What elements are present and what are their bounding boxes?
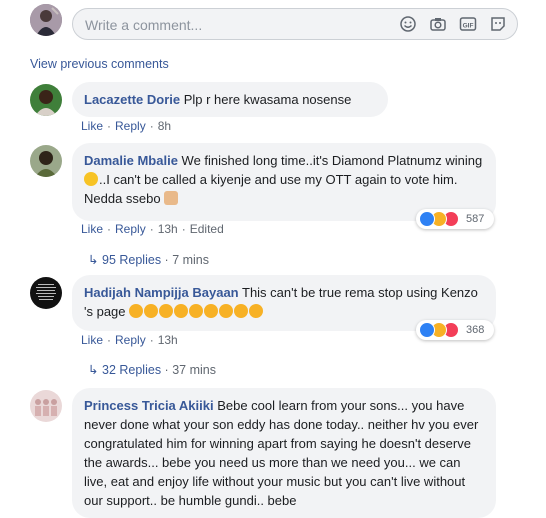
like-button[interactable]: Like bbox=[81, 333, 103, 347]
comment-author[interactable]: Lacazette Dorie bbox=[84, 92, 180, 107]
comment-bubble: Princess Tricia Akiiki Bebe cool learn f… bbox=[72, 388, 496, 518]
comment-text: Plp r here kwasama nosense bbox=[180, 92, 352, 107]
laughing-emoji-icon bbox=[159, 304, 174, 318]
camera-icon[interactable] bbox=[429, 15, 447, 33]
comment-item: Hadijah Nampijja Bayaan This can't be tr… bbox=[0, 275, 546, 385]
edited-label[interactable]: Edited bbox=[190, 222, 224, 236]
comment-timestamp[interactable]: 8h bbox=[158, 119, 171, 133]
comment-actions: Like · Reply · 8h bbox=[81, 119, 172, 133]
view-replies-link[interactable]: ↳ 32 Replies · 37 mins bbox=[88, 362, 216, 377]
laughing-emojis bbox=[129, 304, 264, 319]
laughing-emoji-icon bbox=[174, 304, 189, 318]
laughing-emoji-icon bbox=[234, 304, 249, 318]
laughing-emoji-icon bbox=[249, 304, 264, 318]
view-replies-link[interactable]: ↳ 95 Replies · 7 mins bbox=[88, 252, 209, 267]
commenter-avatar[interactable] bbox=[30, 277, 62, 309]
view-previous-comments-link[interactable]: View previous comments bbox=[30, 57, 169, 71]
comment-item: Lacazette Dorie Plp r here kwasama nosen… bbox=[0, 82, 546, 138]
comment-timestamp[interactable]: 13h bbox=[158, 222, 178, 236]
like-reaction-icon bbox=[419, 211, 435, 227]
laughing-emoji-icon bbox=[189, 304, 204, 318]
comment-timestamp[interactable]: 13h bbox=[158, 333, 178, 347]
sunglasses-emoji-icon bbox=[84, 172, 98, 186]
gif-icon[interactable]: GIF bbox=[459, 15, 477, 33]
reactions-summary[interactable]: 587 bbox=[416, 209, 494, 229]
comment-actions: Like · Reply · 13h · Edited bbox=[81, 222, 224, 236]
comment-input[interactable] bbox=[83, 15, 387, 35]
reaction-count: 587 bbox=[466, 213, 485, 225]
commenter-avatar[interactable] bbox=[30, 84, 62, 116]
comment-author[interactable]: Hadijah Nampijja Bayaan bbox=[84, 285, 239, 300]
comment-author[interactable]: Damalie Mbalie bbox=[84, 153, 178, 168]
reply-button[interactable]: Reply bbox=[115, 222, 146, 236]
sticker-icon[interactable] bbox=[489, 15, 507, 33]
like-button[interactable]: Like bbox=[81, 222, 103, 236]
replies-time: 7 mins bbox=[172, 253, 210, 267]
emoji-icon[interactable] bbox=[399, 15, 417, 33]
reaction-count: 368 bbox=[466, 324, 485, 336]
svg-text:GIF: GIF bbox=[463, 23, 474, 30]
laughing-emoji-icon bbox=[129, 304, 144, 318]
commenter-avatar[interactable] bbox=[30, 390, 62, 422]
comment-item: Princess Tricia Akiiki Bebe cool learn f… bbox=[0, 388, 546, 518]
commenter-avatar[interactable] bbox=[30, 145, 62, 177]
reactions-summary[interactable]: 368 bbox=[416, 320, 494, 340]
comment-actions: Like · Reply · 13h bbox=[81, 333, 178, 347]
reply-button[interactable]: Reply bbox=[115, 119, 146, 133]
person-shrugging-emoji-icon bbox=[164, 191, 179, 205]
comment-text: We finished long time..it's Diamond Plat… bbox=[177, 153, 483, 168]
like-button[interactable]: Like bbox=[81, 119, 103, 133]
comment-input-box[interactable]: GIF bbox=[72, 8, 518, 40]
reply-button[interactable]: Reply bbox=[115, 333, 146, 347]
replies-count[interactable]: 95 Replies bbox=[102, 253, 161, 267]
current-user-avatar[interactable] bbox=[30, 4, 62, 36]
comment-bubble: Lacazette Dorie Plp r here kwasama nosen… bbox=[72, 82, 388, 117]
comment-composer-row: GIF bbox=[0, 0, 546, 48]
reply-arrow-icon: ↳ bbox=[88, 363, 99, 377]
replies-count[interactable]: 32 Replies bbox=[102, 363, 161, 377]
laughing-emoji-icon bbox=[204, 304, 219, 318]
reply-arrow-icon: ↳ bbox=[88, 253, 99, 267]
comment-author[interactable]: Princess Tricia Akiiki bbox=[84, 398, 214, 413]
laughing-emoji-icon bbox=[219, 304, 234, 318]
comment-text: Bebe cool learn from your sons... you ha… bbox=[84, 398, 479, 508]
comment-item: Damalie Mbalie We finished long time..it… bbox=[0, 143, 546, 273]
comment-text-continued: ..I can't be called a kiyenje and use my… bbox=[84, 172, 458, 206]
laughing-emoji-icon bbox=[144, 304, 159, 318]
like-reaction-icon bbox=[419, 322, 435, 338]
replies-time: 37 mins bbox=[172, 363, 216, 377]
